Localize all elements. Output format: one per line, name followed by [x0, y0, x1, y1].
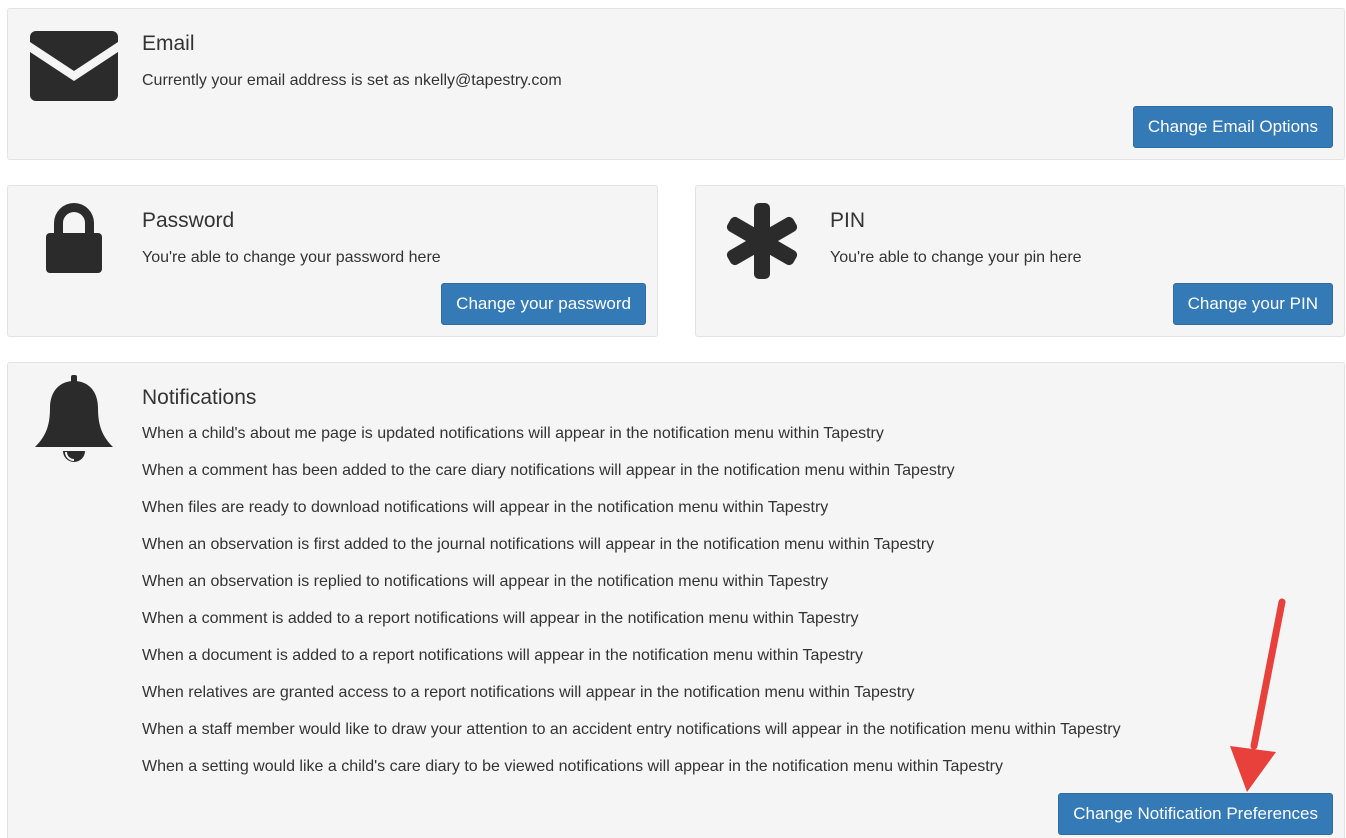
change-email-options-button[interactable]: Change Email Options	[1132, 106, 1333, 148]
envelope-icon	[30, 31, 118, 101]
bell-icon	[35, 375, 113, 462]
email-panel: Email Currently your email address is se…	[7, 8, 1345, 160]
notification-item: When a comment has been added to the car…	[142, 462, 955, 479]
change-notification-preferences-button[interactable]: Change Notification Preferences	[1058, 793, 1333, 835]
lock-icon	[46, 203, 102, 273]
email-title: Email	[142, 32, 195, 55]
pin-title: PIN	[830, 209, 866, 232]
change-password-button[interactable]: Change your password	[441, 283, 646, 325]
password-title: Password	[142, 209, 235, 232]
notification-item: When a setting would like a child's care…	[142, 758, 1003, 775]
asterisk-icon	[726, 203, 798, 279]
pin-panel: PIN You're able to change your pin here …	[695, 185, 1345, 337]
annotation-arrow-icon	[1230, 598, 1286, 792]
account-settings-page: Email Currently your email address is se…	[0, 0, 1346, 838]
notification-item: When relatives are granted access to a r…	[142, 684, 915, 701]
notification-item: When a staff member would like to draw y…	[142, 721, 1121, 738]
notifications-list: When a child's about me page is updated …	[142, 424, 1121, 794]
notification-item: When a comment is added to a report noti…	[142, 610, 859, 627]
notifications-title: Notifications	[142, 386, 257, 409]
notification-item: When a document is added to a report not…	[142, 647, 863, 664]
notification-item: When a child's about me page is updated …	[142, 425, 884, 442]
notification-item: When an observation is replied to notifi…	[142, 573, 829, 590]
notification-item: When an observation is first added to th…	[142, 536, 935, 553]
password-panel: Password You're able to change your pass…	[7, 185, 658, 337]
pin-description: You're able to change your pin here	[830, 249, 1082, 266]
notifications-panel: Notifications When a child's about me pa…	[7, 362, 1345, 838]
notification-item: When files are ready to download notific…	[142, 499, 829, 516]
email-description: Currently your email address is set as n…	[142, 72, 562, 89]
change-pin-button[interactable]: Change your PIN	[1172, 283, 1333, 325]
password-description: You're able to change your password here	[142, 249, 441, 266]
